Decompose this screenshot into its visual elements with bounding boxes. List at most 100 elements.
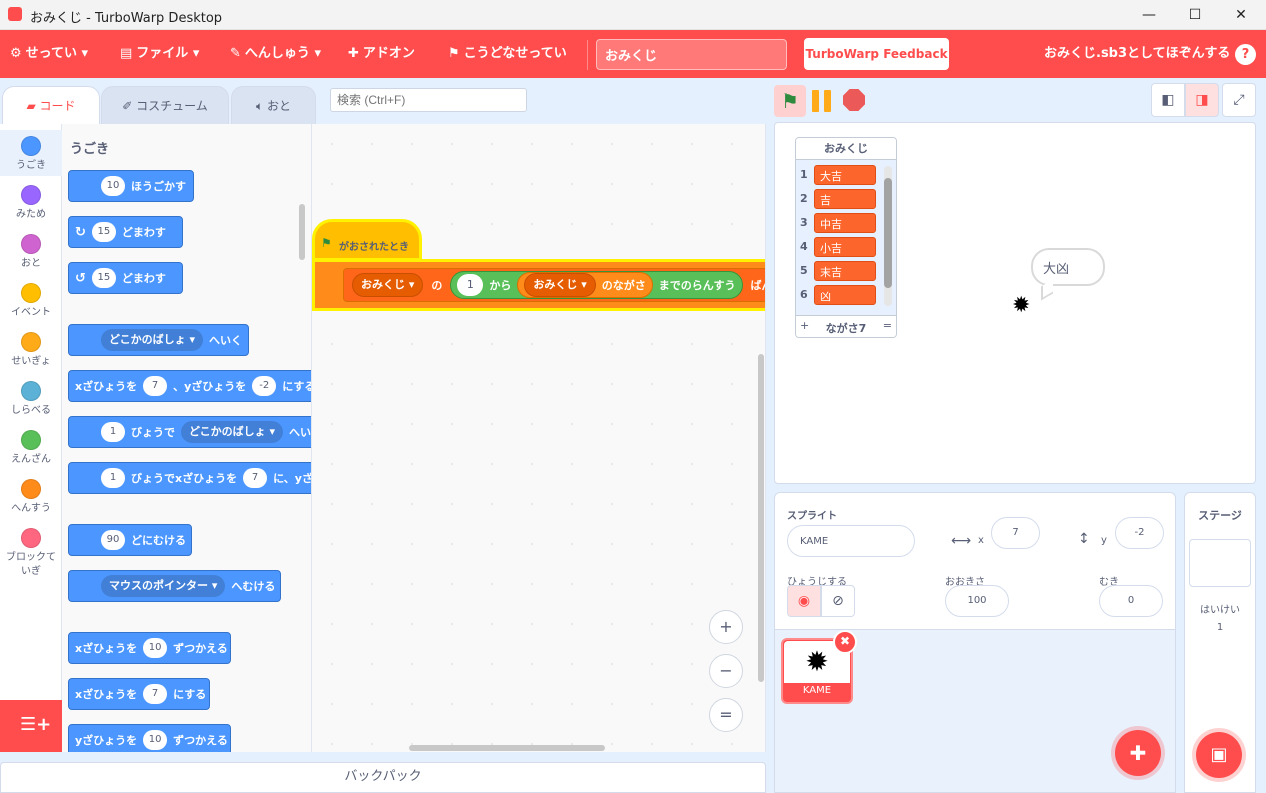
menu-divider: [587, 40, 588, 70]
when-flag-clicked-block[interactable]: ⚑ がおされたとき: [312, 219, 422, 261]
close-window-button[interactable]: ✕: [1218, 0, 1264, 30]
feedback-button[interactable]: TurboWarp Feedback: [804, 38, 949, 70]
block-number-input[interactable]: 7: [243, 468, 268, 488]
category-sensing[interactable]: しらべる: [0, 375, 62, 418]
large-stage-button[interactable]: ◨: [1185, 83, 1219, 117]
block-number-input[interactable]: 1: [101, 422, 125, 442]
block-number-input[interactable]: 7: [143, 684, 168, 704]
variables-dot-icon: [21, 479, 41, 499]
tab-code[interactable]: ▰ コード: [2, 86, 100, 124]
script-workspace[interactable]: ⚑ がおされたとき おみくじ ▾ の 1 から おみくじ ▾ のながさ までのら…: [312, 124, 766, 752]
advanced-settings-menu[interactable]: ⚑ こうどなせってい: [448, 30, 567, 78]
delete-sprite-button[interactable]: ✖: [833, 630, 857, 654]
block-number-input[interactable]: -2: [252, 376, 277, 396]
list-scrollbar[interactable]: [884, 178, 892, 288]
block-number-input[interactable]: 10: [143, 730, 168, 750]
random-reporter[interactable]: 1 から おみくじ ▾ のながさ までのらんすう: [450, 271, 743, 299]
glide-block[interactable]: 1 びょうで どこかのばしょ ▾ へい: [68, 416, 312, 448]
direction-input[interactable]: 0: [1099, 585, 1163, 617]
stop-button[interactable]: [843, 89, 865, 111]
block-number-input[interactable]: 15: [91, 222, 116, 242]
length-of-list-reporter[interactable]: おみくじ ▾ のながさ: [517, 272, 653, 298]
category-operators[interactable]: えんざん: [0, 424, 62, 467]
turtle-sprite[interactable]: ✹: [1012, 293, 1030, 318]
list-item-value[interactable]: 凶: [814, 285, 876, 305]
category-variables[interactable]: へんすう: [0, 473, 62, 516]
workspace-horizontal-scrollbar[interactable]: [409, 745, 605, 751]
goto-dropdown[interactable]: どこかのばしょ ▾: [101, 329, 204, 351]
help-icon[interactable]: ?: [1235, 44, 1256, 65]
palette-scrollbar[interactable]: [299, 204, 305, 260]
change-x-block[interactable]: xざひょうを 10 ずつかえる: [68, 632, 231, 664]
move-steps-block[interactable]: 10 ほうごかす: [68, 170, 194, 202]
category-sound[interactable]: おと: [0, 228, 62, 271]
minimize-button[interactable]: —: [1126, 0, 1172, 30]
list-dropdown[interactable]: おみくじ ▾: [352, 273, 424, 297]
settings-menu[interactable]: ⚙ せってい ▾: [10, 30, 88, 78]
goto-block[interactable]: どこかのばしょ ▾ へいく: [68, 324, 249, 356]
file-menu[interactable]: ▤ ファイル ▾: [120, 30, 199, 78]
hide-sprite-button[interactable]: ⊘: [821, 585, 855, 617]
list-monitor[interactable]: おみくじ 1 大吉 2吉 3 中吉 4 小吉 5 末吉 6凶 + ながさ7 =: [795, 137, 897, 338]
category-motion[interactable]: うごき: [0, 130, 62, 176]
tab-sounds[interactable]: 🔈︎ おと: [231, 86, 316, 124]
edit-menu[interactable]: ✎ へんしゅう ▾: [230, 30, 321, 78]
addons-menu[interactable]: ✚ アドオン: [348, 30, 415, 78]
size-input[interactable]: 100: [945, 585, 1009, 617]
block-number-input[interactable]: 10: [143, 638, 168, 658]
point-direction-block[interactable]: 90 どにむける: [68, 524, 192, 556]
save-button[interactable]: おみくじ.sb3としてほぞんする: [1044, 30, 1230, 78]
block-number-input[interactable]: 10: [101, 176, 125, 196]
small-stage-button[interactable]: ◧: [1151, 83, 1185, 117]
item-of-list-reporter[interactable]: おみくじ ▾ の 1 から おみくじ ▾ のながさ までのらんすう ばんめ: [343, 268, 765, 302]
add-extension-button[interactable]: ☰+: [0, 700, 62, 752]
glide-xy-block[interactable]: 1 びょうでxざひょうを 7 に、yざ: [68, 462, 311, 494]
point-towards-dropdown[interactable]: マウスのポインター ▾: [101, 575, 226, 597]
show-sprite-button[interactable]: ◉: [787, 585, 821, 617]
block-number-input[interactable]: 15: [91, 268, 116, 288]
list-resize-handle[interactable]: =: [883, 319, 892, 332]
search-input[interactable]: [330, 88, 527, 112]
goto-xy-block[interactable]: xざひょうを 7 、yざひょうを -2 にする: [68, 370, 311, 402]
turn-left-block[interactable]: ↺ 15 どまわす: [68, 262, 183, 294]
category-events[interactable]: イベント: [0, 277, 62, 320]
point-towards-block[interactable]: マウスのポインター ▾ へむける: [68, 570, 281, 602]
backpack-header[interactable]: バックパック: [0, 762, 766, 793]
list-item-value[interactable]: 中吉: [814, 213, 876, 233]
category-my-blocks[interactable]: ブロックていぎ: [0, 522, 62, 579]
project-title-input[interactable]: [596, 39, 787, 70]
set-x-block[interactable]: xざひょうを 7 にする: [68, 678, 210, 710]
sprite-name-input[interactable]: [787, 525, 915, 557]
maximize-button[interactable]: ☐: [1172, 0, 1218, 30]
stage-thumbnail[interactable]: [1189, 539, 1251, 587]
turn-right-block[interactable]: ↻ 15 どまわす: [68, 216, 183, 248]
tab-costumes[interactable]: ✐ コスチューム: [101, 86, 229, 124]
list-dropdown[interactable]: おみくじ ▾: [524, 273, 596, 297]
glide-dropdown[interactable]: どこかのばしょ ▾: [181, 421, 284, 443]
change-y-block[interactable]: yざひょうを 10 ずつかえる: [68, 724, 231, 752]
pause-button[interactable]: [812, 90, 834, 112]
list-item-value[interactable]: 末吉: [814, 261, 876, 281]
category-looks[interactable]: みため: [0, 179, 62, 222]
y-input[interactable]: -2: [1115, 517, 1164, 549]
list-item-value[interactable]: 吉: [814, 189, 876, 209]
category-control[interactable]: せいぎょ: [0, 326, 62, 369]
block-number-input[interactable]: 90: [101, 530, 125, 550]
stage-canvas[interactable]: おみくじ 1 大吉 2吉 3 中吉 4 小吉 5 末吉 6凶 + ながさ7 = 大凶 ✹: [774, 122, 1256, 484]
block-text: へい: [289, 426, 312, 439]
block-number-input[interactable]: 7: [143, 376, 168, 396]
block-number-input[interactable]: 1: [101, 468, 125, 488]
add-backdrop-button[interactable]: ▣: [1196, 732, 1242, 778]
fullscreen-button[interactable]: ⤢: [1222, 83, 1256, 117]
green-flag-button[interactable]: ⚑: [774, 85, 806, 117]
zoom-reset-button[interactable]: =: [709, 698, 743, 732]
set-variable-block[interactable]: おみくじ ▾ の 1 から おみくじ ▾ のながさ までのらんすう ばんめ: [312, 259, 765, 311]
zoom-out-button[interactable]: −: [709, 654, 743, 688]
workspace-vertical-scrollbar[interactable]: [758, 354, 764, 682]
x-input[interactable]: 7: [991, 517, 1040, 549]
list-item-value[interactable]: 大吉: [814, 165, 876, 185]
list-item-value[interactable]: 小吉: [814, 237, 876, 257]
add-sprite-button[interactable]: ✚: [1115, 730, 1161, 776]
zoom-in-button[interactable]: +: [709, 610, 743, 644]
random-from-input[interactable]: 1: [457, 274, 484, 296]
